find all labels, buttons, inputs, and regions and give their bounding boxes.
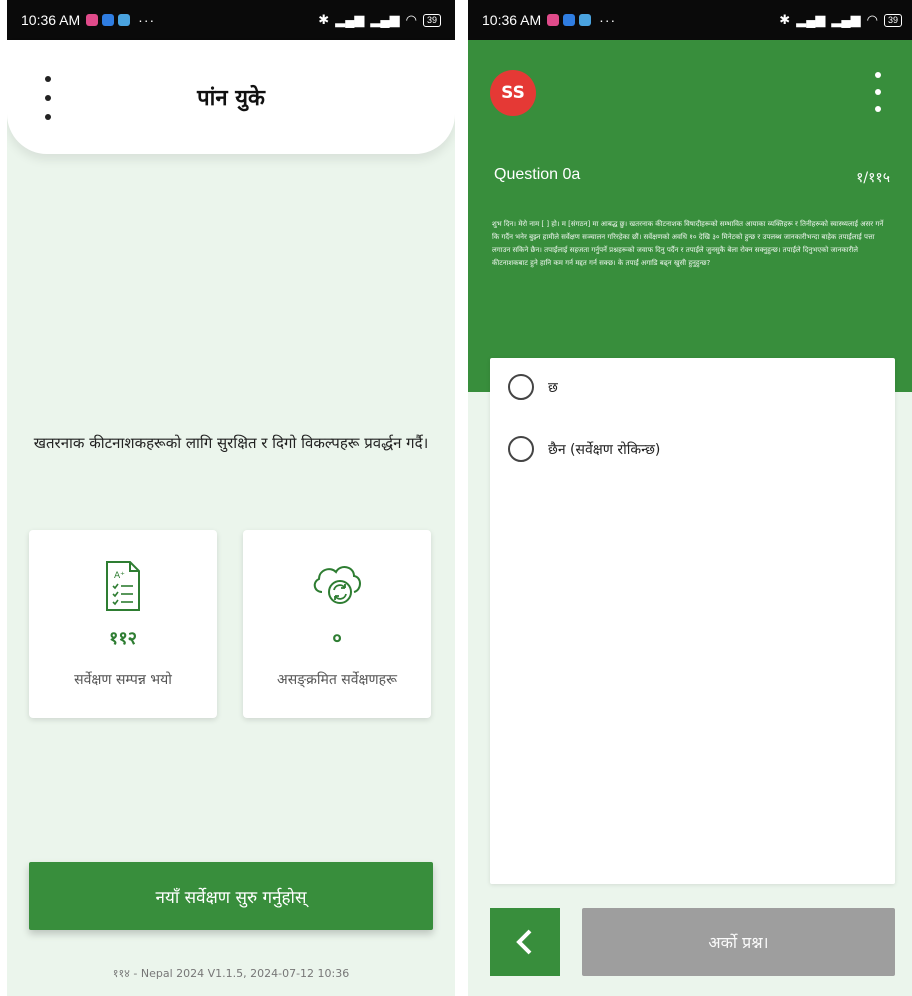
option-label: छैन (सर्वेक्षण रोकिन्छ) bbox=[548, 441, 661, 458]
kebab-menu-icon[interactable] bbox=[872, 72, 884, 112]
radio-button[interactable] bbox=[508, 374, 534, 400]
back-button[interactable] bbox=[490, 908, 560, 976]
avatar[interactable]: SS bbox=[490, 70, 536, 116]
status-time: 10:36 AM bbox=[482, 12, 542, 28]
completed-label: सर्वेक्षण सम्पन्न भयो bbox=[74, 672, 172, 688]
signal-2-icon: ▂▄▆ bbox=[831, 12, 861, 27]
messenger-icon bbox=[102, 14, 115, 26]
question-label: Question 0a bbox=[494, 166, 581, 183]
status-time: 10:36 AM bbox=[21, 12, 81, 28]
notification-app-icon bbox=[86, 14, 99, 26]
more-notifications-icon: ··· bbox=[599, 12, 617, 28]
option-no[interactable]: छैन (सर्वेक्षण रोकिन्छ) bbox=[508, 436, 660, 462]
messenger-icon bbox=[563, 14, 576, 26]
status-indicators: ✱ ▂▄▆ ▂▄▆ ◠ 39 bbox=[779, 12, 902, 28]
status-bar: 10:36 AM ··· ✱ ▂▄▆ ▂▄▆ ◠ 39 bbox=[7, 0, 455, 40]
svg-text:A⁺: A⁺ bbox=[114, 571, 125, 581]
battery-icon: 39 bbox=[883, 13, 902, 27]
bluetooth-icon: ✱ bbox=[779, 12, 791, 27]
option-yes[interactable]: छ bbox=[508, 374, 558, 400]
answer-card: छ छैन (सर्वेक्षण रोकिन्छ) bbox=[490, 358, 895, 884]
chevron-left-icon bbox=[516, 929, 532, 955]
unsynced-count: ० bbox=[332, 628, 342, 649]
wifi-icon: ◠ bbox=[405, 12, 417, 27]
status-bar: 10:36 AM ··· ✱ ▂▄▆ ▂▄▆ ◠ 39 bbox=[468, 0, 912, 40]
radio-button[interactable] bbox=[508, 436, 534, 462]
message-icon bbox=[579, 14, 592, 26]
question-counter: १/११५ bbox=[856, 170, 890, 186]
option-label: छ bbox=[548, 379, 558, 396]
next-question-button[interactable]: अर्को प्रश्न। bbox=[582, 908, 895, 976]
tagline: खतरनाक कीटनाशकहरूको लागि सुरक्षित र दिगो… bbox=[33, 434, 429, 452]
signal-2-icon: ▂▄▆ bbox=[370, 12, 400, 27]
more-notifications-icon: ··· bbox=[138, 12, 156, 28]
completed-surveys-card: A⁺ ११२ सर्वेक्षण सम्पन्न भयो bbox=[29, 530, 217, 718]
wifi-icon: ◠ bbox=[866, 12, 878, 27]
message-icon bbox=[118, 14, 131, 26]
signal-icon: ▂▄▆ bbox=[796, 12, 826, 27]
signal-icon: ▂▄▆ bbox=[335, 12, 365, 27]
unsynced-surveys-card[interactable]: ० असङ्क्रमित सर्वेक्षणहरू bbox=[243, 530, 431, 718]
unsynced-label: असङ्क्रमित सर्वेक्षणहरू bbox=[277, 672, 397, 688]
status-indicators: ✱ ▂▄▆ ▂▄▆ ◠ 39 bbox=[318, 12, 441, 28]
notification-app-icon bbox=[547, 14, 560, 26]
completed-count: ११२ bbox=[108, 628, 138, 649]
battery-icon: 39 bbox=[422, 13, 441, 27]
version-footer: ११४ - Nepal 2024 V1.1.5, 2024-07-12 10:3… bbox=[112, 967, 350, 980]
checklist-document-icon: A⁺ bbox=[29, 560, 217, 616]
home-screen: 10:36 AM ··· ✱ ▂▄▆ ▂▄▆ ◠ 39 पांन युके खत… bbox=[7, 0, 455, 996]
question-text: शुभ दिन। मेरो नाम [ ] हो। म [संगठन] मा आ… bbox=[492, 220, 884, 267]
app-bar: पांन युके bbox=[7, 40, 455, 154]
start-new-survey-button[interactable]: नयाँ सर्वेक्षण सुरु गर्नुहोस् bbox=[29, 862, 433, 930]
cloud-sync-icon bbox=[243, 560, 431, 616]
app-title: पांन युके bbox=[197, 86, 265, 111]
bluetooth-icon: ✱ bbox=[318, 12, 330, 27]
question-screen: 10:36 AM ··· ✱ ▂▄▆ ▂▄▆ ◠ 39 SS Question … bbox=[468, 0, 912, 996]
